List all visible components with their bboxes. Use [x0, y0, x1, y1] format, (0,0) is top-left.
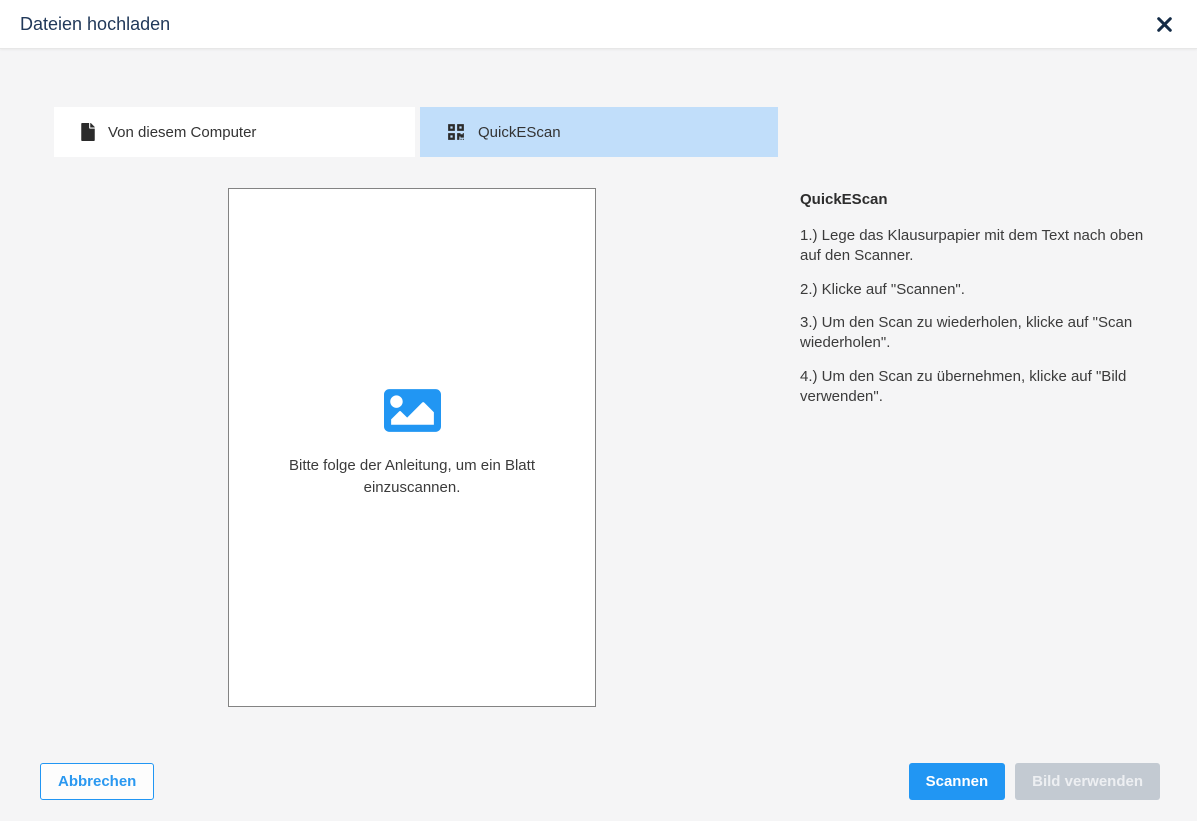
instructions-heading: QuickEScan: [800, 191, 1150, 208]
scan-placeholder-text: Bitte folge der Anleitung, um ein Blatt …: [262, 455, 562, 499]
instruction-step: 3.) Um den Scan zu wiederholen, klicke a…: [800, 313, 1150, 353]
instruction-step: 4.) Um den Scan zu übernehmen, klicke au…: [800, 367, 1150, 407]
scan-preview-panel: Bitte folge der Anleitung, um ein Blatt …: [228, 188, 596, 707]
instruction-step: 2.) Klicke auf "Scannen".: [800, 280, 1150, 300]
tab-quickescan[interactable]: QuickEScan: [420, 107, 778, 157]
tab-from-this-computer[interactable]: Von diesem Computer: [54, 107, 415, 157]
image-icon: [384, 382, 441, 439]
use-image-button[interactable]: Bild verwenden: [1015, 763, 1160, 800]
tab-label: QuickEScan: [478, 124, 561, 141]
tab-label: Von diesem Computer: [108, 124, 256, 141]
qrcode-icon: [447, 123, 465, 141]
x-icon: [1157, 17, 1172, 32]
instruction-step: 1.) Lege das Klausurpapier mit dem Text …: [800, 226, 1150, 266]
cancel-button[interactable]: Abbrechen: [40, 763, 154, 800]
file-icon: [81, 123, 95, 141]
close-button[interactable]: [1153, 13, 1175, 35]
upload-source-tabs: Von diesem Computer QuickEScan: [54, 107, 778, 157]
instructions-panel: QuickEScan 1.) Lege das Klausurpapier mi…: [800, 191, 1150, 421]
dialog-title: Dateien hochladen: [20, 14, 170, 35]
scan-button[interactable]: Scannen: [909, 763, 1006, 800]
dialog-header: Dateien hochladen: [0, 0, 1197, 49]
dialog-footer: Abbrechen Scannen Bild verwenden: [0, 745, 1197, 821]
